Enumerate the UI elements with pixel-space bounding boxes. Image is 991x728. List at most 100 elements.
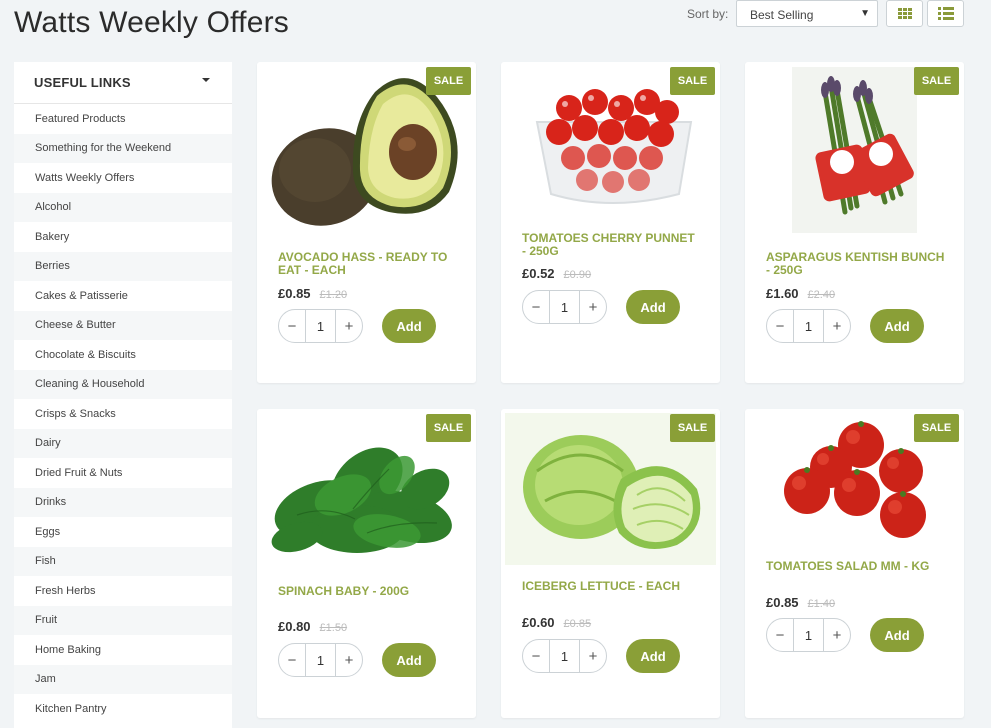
decrement-button[interactable]: − bbox=[523, 291, 549, 323]
price-row: £1.60 £2.40 bbox=[766, 286, 835, 301]
sidebar-item[interactable]: Alcohol bbox=[14, 192, 232, 222]
add-to-cart-button[interactable]: Add bbox=[870, 618, 924, 652]
product-name[interactable]: ASPARAGUS KENTISH BUNCH - 250G bbox=[766, 251, 946, 277]
sale-badge: SALE bbox=[426, 67, 471, 95]
sort-select[interactable]: Best Selling ▼ bbox=[736, 0, 878, 27]
sale-badge: SALE bbox=[914, 414, 959, 442]
sidebar-item[interactable]: Fish bbox=[14, 546, 232, 576]
sidebar-item[interactable]: Featured Products bbox=[14, 104, 232, 134]
sidebar-item[interactable]: Watts Weekly Offers bbox=[14, 163, 232, 193]
sidebar-item[interactable]: Something for the Weekend bbox=[14, 133, 232, 163]
price-row: £0.85 £1.40 bbox=[766, 595, 835, 610]
product-card-cherry-tomatoes: SALE TOMATOES CHERRY PUNNET - 250G £0.52… bbox=[501, 62, 720, 383]
sidebar-item[interactable]: Berries bbox=[14, 251, 232, 281]
sidebar-item[interactable]: Dried Fruit & Nuts bbox=[14, 458, 232, 488]
price: £0.85 bbox=[278, 286, 311, 301]
grid-icon bbox=[897, 8, 912, 19]
increment-button[interactable]: + bbox=[580, 640, 606, 672]
sort-select-value: Best Selling bbox=[750, 8, 814, 22]
old-price: £1.20 bbox=[319, 289, 348, 301]
product-card-salad-tomatoes: SALE TOMATOES SALAD MM - KG £0.85 £1.40 … bbox=[745, 409, 964, 718]
sidebar-item[interactable]: Fruit bbox=[14, 605, 232, 635]
price-row: £0.85 £1.20 bbox=[278, 286, 347, 301]
grid-view-button[interactable] bbox=[886, 0, 923, 27]
quantity-input[interactable]: 1 bbox=[305, 644, 336, 676]
product-card-asparagus: SALE ASPARAGUS KENTISH BUNCH - 250G £1.6… bbox=[745, 62, 964, 383]
quantity-stepper: − 1 + bbox=[766, 309, 851, 343]
sidebar-item[interactable]: Bakery bbox=[14, 222, 232, 252]
quantity-stepper: − 1 + bbox=[278, 309, 363, 343]
sidebar-item[interactable]: Cakes & Patisserie bbox=[14, 281, 232, 311]
quantity-stepper: − 1 + bbox=[278, 643, 363, 677]
page-title: Watts Weekly Offers bbox=[14, 6, 289, 39]
product-name[interactable]: ICEBERG LETTUCE - EACH bbox=[522, 580, 702, 593]
increment-button[interactable]: + bbox=[336, 310, 362, 342]
sidebar-item[interactable]: Cleaning & Household bbox=[14, 369, 232, 399]
sidebar: USEFUL LINKS Featured Products Something… bbox=[14, 62, 232, 728]
sale-badge: SALE bbox=[914, 67, 959, 95]
quantity-input[interactable]: 1 bbox=[793, 310, 824, 342]
caret-down-icon bbox=[202, 78, 210, 82]
sidebar-header[interactable]: USEFUL LINKS bbox=[14, 62, 232, 104]
product-name[interactable]: TOMATOES SALAD MM - KG bbox=[766, 560, 946, 573]
list-icon bbox=[937, 7, 954, 20]
price: £0.60 bbox=[522, 615, 555, 630]
product-name[interactable]: SPINACH BABY - 200G bbox=[278, 585, 458, 598]
sidebar-item[interactable]: Eggs bbox=[14, 517, 232, 547]
sale-badge: SALE bbox=[426, 414, 471, 442]
sidebar-item[interactable]: Crisps & Snacks bbox=[14, 399, 232, 429]
product-card-iceberg-lettuce: SALE ICEBERG LETTUCE - EACH £0.60 £0.85 … bbox=[501, 409, 720, 718]
sidebar-item[interactable]: Fresh Herbs bbox=[14, 576, 232, 606]
sidebar-item[interactable]: Chocolate & Biscuits bbox=[14, 340, 232, 370]
product-card-spinach: SALE SPINACH BABY - 200G £0.80 £1.50 − 1… bbox=[257, 409, 476, 718]
sale-badge: SALE bbox=[670, 67, 715, 95]
decrement-button[interactable]: − bbox=[523, 640, 549, 672]
product-name[interactable]: TOMATOES CHERRY PUNNET - 250G bbox=[522, 232, 702, 258]
sidebar-item[interactable]: Kitchen Pantry bbox=[14, 694, 232, 724]
price: £1.60 bbox=[766, 286, 799, 301]
add-to-cart-button[interactable]: Add bbox=[626, 290, 680, 324]
sale-badge: SALE bbox=[670, 414, 715, 442]
decrement-button[interactable]: − bbox=[279, 644, 305, 676]
old-price: £2.40 bbox=[807, 289, 836, 301]
price-row: £0.52 £0.90 bbox=[522, 266, 591, 281]
quantity-input[interactable]: 1 bbox=[305, 310, 336, 342]
product-card-avocado: SALE AVOCADO HASS - READY TO EAT - EACH … bbox=[257, 62, 476, 383]
quantity-stepper: − 1 + bbox=[522, 290, 607, 324]
price-row: £0.60 £0.85 bbox=[522, 615, 591, 630]
old-price: £1.50 bbox=[319, 622, 348, 634]
sidebar-item[interactable]: Home Baking bbox=[14, 635, 232, 665]
increment-button[interactable]: + bbox=[824, 619, 850, 651]
price: £0.85 bbox=[766, 595, 799, 610]
quantity-input[interactable]: 1 bbox=[549, 291, 580, 323]
sidebar-header-label: USEFUL LINKS bbox=[34, 75, 131, 90]
price: £0.80 bbox=[278, 619, 311, 634]
sort-label: Sort by: bbox=[687, 7, 729, 21]
increment-button[interactable]: + bbox=[336, 644, 362, 676]
add-to-cart-button[interactable]: Add bbox=[382, 309, 436, 343]
sidebar-item[interactable]: Drinks bbox=[14, 487, 232, 517]
old-price: £1.40 bbox=[807, 598, 836, 610]
add-to-cart-button[interactable]: Add bbox=[870, 309, 924, 343]
sidebar-item[interactable]: Jam bbox=[14, 664, 232, 694]
increment-button[interactable]: + bbox=[824, 310, 850, 342]
price-row: £0.80 £1.50 bbox=[278, 619, 347, 634]
sidebar-item[interactable]: Dairy bbox=[14, 428, 232, 458]
old-price: £0.90 bbox=[563, 269, 592, 281]
decrement-button[interactable]: − bbox=[279, 310, 305, 342]
sidebar-item[interactable]: Cheese & Butter bbox=[14, 310, 232, 340]
add-to-cart-button[interactable]: Add bbox=[382, 643, 436, 677]
quantity-input[interactable]: 1 bbox=[549, 640, 580, 672]
quantity-stepper: − 1 + bbox=[522, 639, 607, 673]
list-view-button[interactable] bbox=[927, 0, 964, 27]
product-name[interactable]: AVOCADO HASS - READY TO EAT - EACH bbox=[278, 251, 458, 277]
price: £0.52 bbox=[522, 266, 555, 281]
quantity-stepper: − 1 + bbox=[766, 618, 851, 652]
quantity-input[interactable]: 1 bbox=[793, 619, 824, 651]
decrement-button[interactable]: − bbox=[767, 310, 793, 342]
decrement-button[interactable]: − bbox=[767, 619, 793, 651]
add-to-cart-button[interactable]: Add bbox=[626, 639, 680, 673]
increment-button[interactable]: + bbox=[580, 291, 606, 323]
sidebar-list: Featured Products Something for the Week… bbox=[14, 104, 232, 724]
old-price: £0.85 bbox=[563, 618, 592, 630]
